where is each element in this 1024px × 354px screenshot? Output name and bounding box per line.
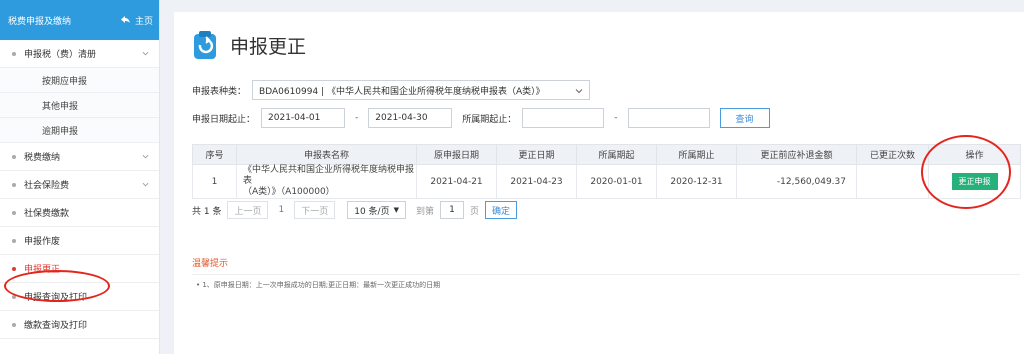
- form-name-line: 《中华人民共和国企业所得税年度纳税申报表: [243, 165, 415, 186]
- sidebar-title: 税费申报及缴纳: [8, 16, 72, 27]
- sidebar-item-void[interactable]: 申报作废: [0, 227, 159, 255]
- query-button[interactable]: 查询: [719, 108, 770, 128]
- period-label: 所属期起止：: [462, 114, 517, 125]
- date-label: 申报日期起止：: [192, 114, 256, 125]
- page-title: 申报更正: [230, 35, 307, 58]
- page-unit: 页: [469, 206, 479, 217]
- cell-correction-count: [856, 164, 929, 199]
- column-header: 所属期起: [576, 144, 657, 165]
- next-page-button[interactable]: 下一页: [294, 201, 336, 219]
- sidebar-sub-other[interactable]: 其他申报: [0, 93, 159, 118]
- divider: [192, 274, 1020, 275]
- date-filter-row: 申报日期起止： 2021-04-01 - 2021-04-30 所属期起止： -…: [192, 108, 770, 128]
- page-size-value: 10 条/页: [354, 206, 390, 217]
- sidebar-item-social-payment[interactable]: 社保费缴款: [0, 199, 159, 227]
- sidebar-header: 税费申报及缴纳 主页: [0, 0, 159, 40]
- page-number[interactable]: 1: [274, 205, 288, 215]
- tips-text: • 1、原申报日期：上一次申报成功的日期;更正日期：最新一次更正成功的日期: [196, 281, 441, 289]
- home-link[interactable]: 主页: [120, 14, 153, 27]
- annotation-circle: [921, 135, 1011, 209]
- total-count: 共 1 条: [192, 206, 222, 217]
- sidebar-item-payment-query[interactable]: 缴款查询及打印: [0, 311, 159, 339]
- caret-down-icon: ▼: [393, 206, 399, 214]
- goto-confirm-button[interactable]: 确定: [485, 201, 518, 219]
- column-header: 已更正次数: [856, 144, 929, 165]
- form-type-label: 申报表种类：: [192, 86, 247, 97]
- sidebar-item-label: 申报作废: [24, 237, 61, 247]
- sidebar-item-label: 其他申报: [42, 101, 79, 112]
- date-separator: -: [355, 113, 359, 123]
- table-row: 1 《中华人民共和国企业所得税年度纳税申报表 （A类）》（A100000） 20…: [192, 164, 1021, 199]
- sidebar-item-label: 社保费缴款: [24, 209, 70, 219]
- cell-amount: -12,560,049.37: [736, 164, 857, 199]
- pagination: 共 1 条 上一页 1 下一页 10 条/页 ▼ 到第 1 页 确定: [192, 201, 518, 219]
- form-type-row: 申报表种类： BDA0610994 | 《中华人民共和国企业所得税年度纳税申报表…: [192, 80, 591, 100]
- sidebar-sub-overdue[interactable]: 逾期申报: [0, 118, 159, 143]
- home-back-icon: [120, 16, 130, 23]
- home-label: 主页: [134, 16, 153, 27]
- cell-original-date: 2021-04-21: [416, 164, 497, 199]
- sidebar-sub-scheduled[interactable]: 按期应申报: [0, 68, 159, 93]
- sidebar-item-label: 逾期申报: [42, 126, 79, 137]
- sidebar-item-label: 缴款查询及打印: [24, 321, 88, 331]
- sidebar-item-label: 社会保险费: [24, 181, 70, 191]
- cell-period-to: 2020-12-31: [656, 164, 737, 199]
- column-header: 序号: [192, 144, 237, 165]
- period-to-input[interactable]: [627, 108, 710, 128]
- column-header: 更正前应补退金额: [736, 144, 857, 165]
- cell-form-name: 《中华人民共和国企业所得税年度纳税申报表 （A类）》（A100000）: [236, 164, 417, 199]
- form-name-line: （A类）》（A100000）: [243, 187, 335, 197]
- form-type-value: BDA0610994 | 《中华人民共和国企业所得税年度纳税申报表（A类）》: [259, 86, 545, 97]
- chevron-down-icon: [142, 51, 149, 56]
- sidebar-item-label: 按期应申报: [42, 76, 88, 87]
- bullet-icon: [12, 51, 16, 56]
- goto-label: 到第: [415, 206, 434, 217]
- form-type-select[interactable]: BDA0610994 | 《中华人民共和国企业所得税年度纳税申报表（A类）》: [252, 80, 591, 100]
- goto-page-input[interactable]: 1: [439, 201, 464, 219]
- bullet-icon: [12, 210, 16, 215]
- bullet-icon: [12, 266, 16, 271]
- period-separator: -: [614, 113, 618, 123]
- title-row: 申报更正: [192, 30, 306, 60]
- bullet-icon: [12, 154, 16, 159]
- prev-page-button[interactable]: 上一页: [227, 201, 269, 219]
- sidebar-item-label: 申报税（费）清册: [24, 50, 97, 60]
- sidebar-item-label: 税费缴纳: [24, 153, 61, 163]
- bullet-icon: [12, 182, 16, 187]
- annotation-circle: [4, 270, 110, 302]
- main-panel: 申报更正 申报表种类： BDA0610994 | 《中华人民共和国企业所得税年度…: [174, 12, 1024, 354]
- column-header: 更正日期: [496, 144, 577, 165]
- declaration-table: 序号 申报表名称 原申报日期 更正日期 所属期起 所属期止 更正前应补退金额 已…: [192, 144, 1021, 199]
- column-header: 所属期止: [656, 144, 737, 165]
- clipboard-icon: [194, 31, 216, 59]
- bullet-icon: [12, 238, 16, 243]
- cell-index: 1: [192, 164, 237, 199]
- column-header: 申报表名称: [236, 144, 417, 165]
- bullet-icon: [12, 322, 16, 327]
- cell-correction-date: 2021-04-23: [496, 164, 577, 199]
- page-size-select[interactable]: 10 条/页 ▼: [347, 201, 406, 219]
- date-from-input[interactable]: 2021-04-01: [261, 108, 346, 128]
- cell-period-from: 2020-01-01: [576, 164, 657, 199]
- sidebar-item-social-insurance[interactable]: 社会保险费: [0, 171, 159, 199]
- sidebar-item-declare-list[interactable]: 申报税（费）清册: [0, 40, 159, 68]
- column-header: 原申报日期: [416, 144, 497, 165]
- sidebar: 税费申报及缴纳 主页 申报税（费）清册 按期应申报 其他申报 逾期申报 税费缴纳…: [0, 0, 160, 354]
- period-from-input[interactable]: [522, 108, 605, 128]
- date-to-input[interactable]: 2021-04-30: [368, 108, 453, 128]
- chevron-down-icon: [142, 154, 149, 159]
- chevron-down-icon: [575, 89, 583, 94]
- table-header-row: 序号 申报表名称 原申报日期 更正日期 所属期起 所属期止 更正前应补退金额 已…: [192, 144, 1021, 165]
- sidebar-item-tax-payment[interactable]: 税费缴纳: [0, 143, 159, 171]
- chevron-down-icon: [142, 182, 149, 187]
- tips-title: 温馨提示: [192, 259, 229, 269]
